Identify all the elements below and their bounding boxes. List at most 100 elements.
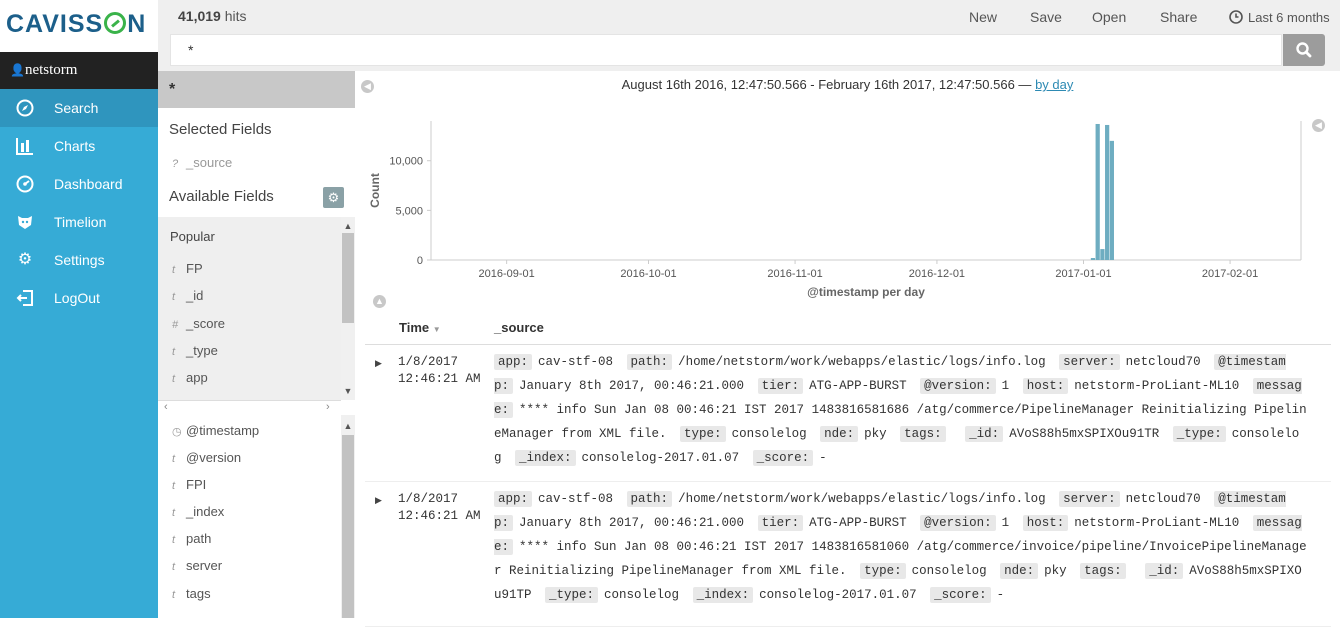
gear-icon: ⚙ xyxy=(17,251,33,268)
field-item[interactable]: t app xyxy=(172,370,208,385)
string-type-icon: t xyxy=(172,346,176,358)
selected-field-source[interactable]: ? _source xyxy=(172,155,232,170)
source-field-key: tags: xyxy=(1080,563,1126,579)
field-item[interactable]: t @version xyxy=(172,450,241,465)
nav-settings[interactable]: ⚙ Settings xyxy=(0,241,158,279)
source-field-key: nde: xyxy=(1000,563,1039,579)
new-button[interactable]: New xyxy=(969,9,997,25)
date-type-icon: ◷ xyxy=(172,426,182,438)
source-field-key: tier: xyxy=(757,515,804,531)
fields-scrollbar[interactable]: ▲ xyxy=(341,415,355,618)
cavisson-logo[interactable]: CAVISS N xyxy=(0,0,158,52)
field-item[interactable]: t _index xyxy=(172,504,224,519)
nav-charts[interactable]: Charts xyxy=(0,127,158,165)
histogram-chart: 0 5,000 10,000 2016-09-01 2016-10-01 2016-11-… xyxy=(368,121,1302,299)
source-field-value: - xyxy=(996,588,1005,602)
hits-counter: 41,019 hits xyxy=(178,8,247,24)
string-type-icon: t xyxy=(172,453,176,465)
nav-logout[interactable]: LogOut xyxy=(0,279,158,317)
source-field-key: _score: xyxy=(752,450,814,466)
user-bar: 👤netstorm xyxy=(0,52,158,89)
source-field-value: pky xyxy=(864,427,887,441)
field-item[interactable]: t _type xyxy=(172,343,218,358)
table-row[interactable]: ▶ 1/8/2017 12:46:21 AM app: cav-stf-08 pat… xyxy=(365,487,1331,627)
source-field-value: netstorm-ProLiant-ML10 xyxy=(1074,516,1240,530)
search-button[interactable] xyxy=(1283,34,1325,66)
field-item[interactable]: # _score xyxy=(172,316,225,331)
string-type-icon: t xyxy=(172,480,176,492)
field-item[interactable]: t server xyxy=(172,558,222,573)
source-field-key: app: xyxy=(494,491,533,507)
source-field-key: _score: xyxy=(930,587,991,603)
table-row[interactable]: ▶ 1/8/2017 12:46:21 AM app: cav-stf-08 pat… xyxy=(365,350,1331,482)
source-field-key: path: xyxy=(626,354,673,370)
clock-icon xyxy=(1229,10,1243,24)
open-button[interactable]: Open xyxy=(1092,9,1126,25)
source-field-key: server: xyxy=(1059,491,1120,507)
time-column-header[interactable]: Time ▼ xyxy=(399,320,441,335)
nav-search[interactable]: Search xyxy=(0,89,158,127)
source-field-value: netcloud70 xyxy=(1125,355,1201,369)
row-time: 1/8/2017 12:46:21 AM xyxy=(398,355,481,386)
popular-title: Popular xyxy=(170,229,215,244)
field-item[interactable]: t path xyxy=(172,531,211,546)
source-field-value: 1 xyxy=(1001,379,1010,393)
nav-timelion[interactable]: Timelion xyxy=(0,203,158,241)
results-panel: ◀ August 16th 2016, 12:47:50.566 - Febru… xyxy=(355,71,1340,627)
source-field-key: _id: xyxy=(1145,563,1184,579)
row-time: 1/8/2017 12:46:21 AM xyxy=(398,492,481,523)
interval-link[interactable]: by day xyxy=(1035,77,1073,92)
logout-icon xyxy=(16,289,34,307)
index-pattern-selector[interactable]: * xyxy=(158,71,355,108)
source-field-value: /home/netstorm/work/webapps/elastic/logs… xyxy=(678,355,1046,369)
source-field-key: @version: xyxy=(920,378,996,394)
string-type-icon: t xyxy=(172,561,176,573)
field-item[interactable]: ◷ @timestamp xyxy=(172,423,259,438)
compass-icon xyxy=(16,99,34,117)
nav-dashboard[interactable]: Dashboard xyxy=(0,165,158,203)
source-field-value: consolelog xyxy=(731,427,807,441)
search-row: * xyxy=(158,33,1340,71)
expand-row-icon[interactable]: ▶ xyxy=(375,495,382,506)
field-item[interactable]: t tags xyxy=(172,586,211,601)
histogram-bar xyxy=(1100,249,1105,260)
string-type-icon: t xyxy=(172,264,176,276)
string-type-icon: t xyxy=(172,373,176,385)
source-field-value: AVoS88h5mxSPIXOu91TR xyxy=(1009,427,1160,441)
scrollbar-thumb[interactable] xyxy=(342,233,354,323)
x-tick-label: 2017-01-01 xyxy=(1055,268,1111,280)
source-field-value: cav-stf-08 xyxy=(538,355,614,369)
histogram-bar xyxy=(1109,140,1114,260)
source-field-value: netcloud70 xyxy=(1125,492,1201,506)
source-field-value: ATG-APP-BURST xyxy=(809,379,907,393)
source-field-value: consolelog xyxy=(604,588,680,602)
save-button[interactable]: Save xyxy=(1030,9,1062,25)
scroll-down-icon[interactable]: ▼ xyxy=(341,384,355,398)
share-button[interactable]: Share xyxy=(1160,9,1197,25)
timepicker-button[interactable]: Last 6 months xyxy=(1229,10,1330,25)
scroll-up-icon[interactable]: ▲ xyxy=(341,219,355,233)
scroll-right-icon[interactable]: › xyxy=(326,401,330,413)
x-tick-label: 2016-10-01 xyxy=(620,268,676,280)
available-fields-title: Available Fields xyxy=(169,188,274,205)
time-range-label: August 16th 2016, 12:47:50.566 - Februar… xyxy=(621,77,1074,92)
popular-scrollbar[interactable]: ▲ ▼ xyxy=(341,217,355,400)
dashboard-icon xyxy=(16,175,34,193)
horizontal-scrollbar[interactable]: ‹ › xyxy=(158,400,341,414)
field-item[interactable]: t FP xyxy=(172,261,203,276)
field-item[interactable]: t FPI xyxy=(172,477,206,492)
expand-row-icon[interactable]: ▶ xyxy=(375,358,382,369)
scroll-up-icon[interactable]: ▲ xyxy=(341,419,355,433)
source-field-value: netstorm-ProLiant-ML10 xyxy=(1074,379,1240,393)
sort-down-icon[interactable]: ▼ xyxy=(433,325,441,334)
scrollbar-thumb[interactable] xyxy=(342,435,354,618)
toggle-chart-icon[interactable]: ▲ xyxy=(373,295,386,308)
field-sidebar: * Selected Fields ? _source Available Fie… xyxy=(158,71,355,618)
x-tick-label: 2016-11-01 xyxy=(767,268,822,280)
y-tick-label: 0 xyxy=(417,255,423,267)
field-item[interactable]: t _id xyxy=(172,288,203,303)
scroll-left-icon[interactable]: ‹ xyxy=(164,401,168,413)
search-input[interactable]: * xyxy=(170,34,1282,66)
field-settings-button[interactable]: ⚙ xyxy=(323,187,344,208)
source-column-header: _source xyxy=(494,320,544,335)
